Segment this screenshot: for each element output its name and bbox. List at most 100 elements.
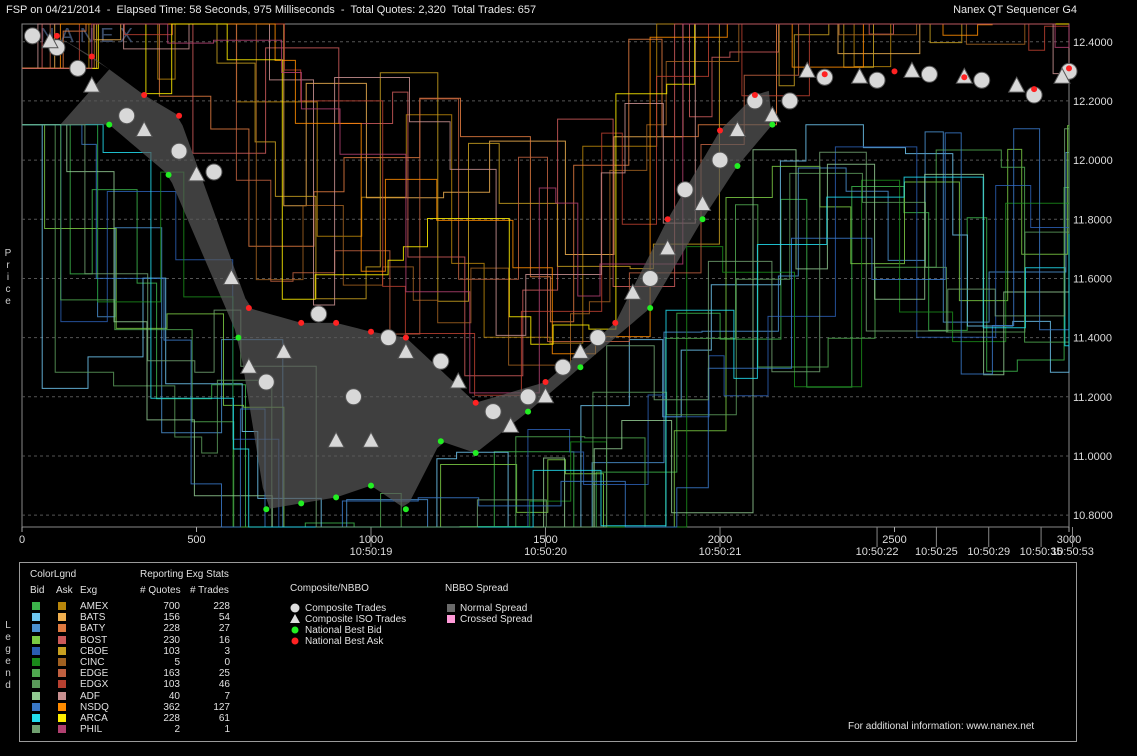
exchange-quotes: 700	[163, 601, 180, 612]
bid-color-swatch	[32, 702, 40, 711]
exchange-quotes: 362	[163, 701, 180, 713]
exchange-quotes: 5	[174, 657, 180, 668]
national-best-ask-point	[1066, 65, 1072, 72]
exchange-trades: 7	[224, 690, 230, 702]
composite-trade-point	[257, 373, 275, 391]
exchange-trades: 46	[218, 679, 230, 691]
legend-ask-header: Ask	[56, 585, 73, 596]
bid-color-swatch	[32, 669, 40, 678]
exchange-quotes: 230	[163, 634, 180, 646]
x-tick-label: 3000	[1057, 534, 1081, 546]
national-best-ask-point	[472, 399, 479, 406]
exchange-name: NSDQ	[80, 701, 109, 713]
legend-color-title: ColorLgnd	[30, 569, 77, 580]
time-tick-label: 10:50:19	[350, 546, 393, 558]
national-best-ask-point	[664, 216, 671, 223]
composite-title: Composite/NBBO	[290, 583, 369, 594]
ask-color-swatch	[58, 725, 66, 734]
national-best-ask-point	[961, 74, 968, 81]
composite-trade-point	[781, 92, 799, 110]
y-tick-label: 11.0000	[1073, 451, 1112, 463]
ask-color-swatch	[58, 646, 66, 655]
national-best-ask-point	[717, 127, 723, 134]
bid-color-swatch	[32, 714, 40, 722]
national-best-bid-point	[263, 506, 270, 513]
composite-item: Composite ISO Trades	[305, 614, 407, 625]
legend-panel: ColorLgnd Bid Ask Exg Reporting Exg Stat…	[19, 562, 1077, 742]
exchange-name: EDGX	[80, 679, 109, 691]
y-tick-label: 10.8000	[1073, 510, 1113, 522]
composite-trade-point	[641, 269, 659, 287]
national-best-ask-point	[88, 53, 95, 60]
spread-item: Normal Spread	[460, 603, 528, 614]
composite-item: Composite Trades	[305, 603, 387, 614]
y-tick-label: 11.6000	[1073, 273, 1112, 285]
composite-trade-point	[484, 403, 502, 421]
national-best-ask-point	[542, 379, 549, 386]
x-tick-label: 0	[19, 534, 25, 546]
national-best-bid-point	[437, 438, 444, 445]
composite-trade-point	[519, 388, 537, 406]
national-best-bid-point	[402, 506, 409, 513]
exchange-trades: 61	[218, 713, 230, 724]
national-best-bid-point	[165, 171, 172, 178]
exchange-trades: 0	[224, 657, 230, 668]
ask-color-swatch	[58, 669, 66, 678]
bid-color-swatch	[32, 658, 40, 666]
exchange-quotes: 103	[163, 679, 180, 691]
exchange-trades: 54	[218, 612, 230, 624]
exchange-quotes: 163	[163, 668, 180, 680]
y-tick-label: 12.2000	[1073, 96, 1113, 108]
composite-trade-point	[973, 71, 991, 89]
exchange-trades: 127	[213, 701, 230, 713]
ask-color-swatch	[58, 680, 66, 689]
national-best-ask-point	[368, 328, 374, 335]
exchange-name: CBOE	[80, 645, 109, 657]
time-tick-label: 10:50:25	[915, 546, 958, 558]
composite-trade-point	[69, 59, 87, 77]
exchange-name: PHIL	[80, 724, 103, 736]
composite-trade-point	[589, 329, 607, 347]
ask-color-swatch	[58, 658, 66, 666]
bid-color-swatch	[32, 635, 40, 644]
exchange-trades: 228	[213, 601, 230, 612]
exchange-name: ADF	[80, 690, 100, 702]
exchange-name: BOST	[80, 634, 108, 646]
y-tick-label: 12.0000	[1073, 155, 1113, 167]
exchange-name: ARCA	[80, 713, 108, 724]
ask-color-swatch	[58, 714, 66, 722]
composite-trade-point	[23, 27, 41, 45]
time-tick-label: 10:50:29	[967, 546, 1010, 558]
exchange-quotes: 228	[163, 623, 180, 635]
bid-color-swatch	[32, 602, 40, 610]
national-best-ask-point	[751, 92, 758, 99]
national-best-ask-point	[298, 319, 305, 326]
legend-side-label: Legend	[5, 620, 11, 691]
exchange-name: EDGE	[80, 668, 109, 680]
red-dot-icon	[290, 636, 300, 649]
trades-header: # Trades	[190, 585, 229, 596]
national-best-ask-point	[141, 92, 148, 99]
exchange-trades: 1	[224, 724, 230, 736]
national-best-bid-point	[769, 121, 776, 128]
exchange-trades: 25	[218, 668, 230, 680]
exchange-trades: 16	[218, 634, 230, 646]
national-best-bid-point	[734, 163, 741, 170]
exchange-quotes: 156	[163, 612, 180, 624]
composite-trade-point	[345, 388, 363, 406]
national-best-ask-point	[245, 305, 252, 312]
composite-trade-point	[432, 352, 450, 370]
ask-color-swatch	[58, 624, 66, 633]
time-tick-label: 10:50:53	[1051, 546, 1094, 558]
ask-color-swatch	[58, 602, 66, 610]
exchange-name: BATY	[80, 623, 106, 635]
exchange-name: CINC	[80, 657, 105, 668]
y-tick-label: 12.4000	[1073, 37, 1113, 49]
legend-bid-header: Bid	[30, 585, 45, 596]
spread-item: Crossed Spread	[460, 614, 533, 625]
composite-trade-point	[170, 142, 188, 160]
bid-color-swatch	[32, 646, 40, 655]
spread-swatch	[447, 615, 455, 623]
composite-trade-point	[868, 71, 886, 89]
national-best-bid-point	[472, 450, 479, 457]
